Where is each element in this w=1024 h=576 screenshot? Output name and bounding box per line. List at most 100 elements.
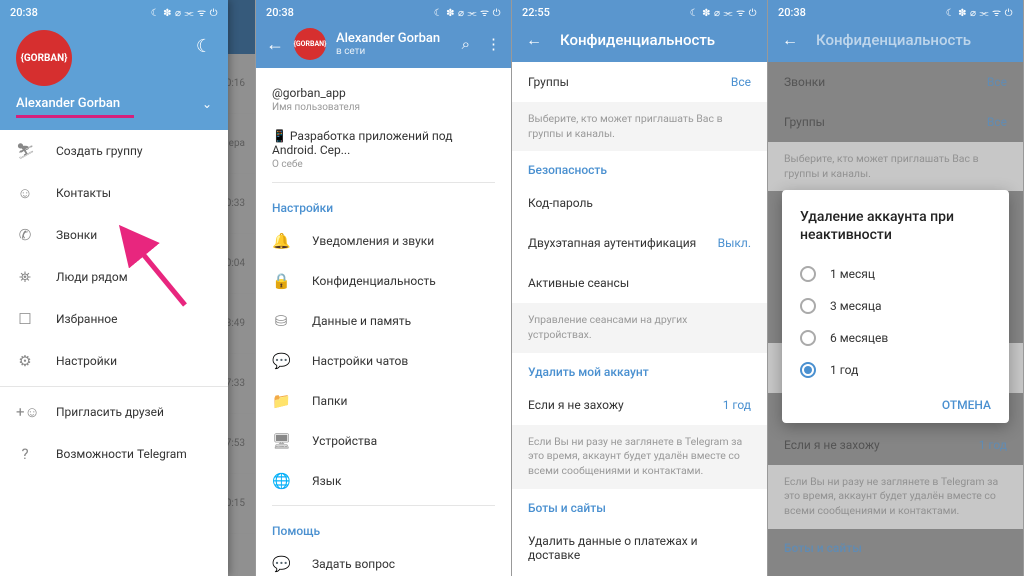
drawer-label: Люди рядом — [56, 270, 128, 284]
inactive-row[interactable]: Если я не захожу1 год — [768, 425, 1023, 465]
help-icon: 💬 — [272, 555, 290, 573]
status-bar: 20:38 ☾ ✽ ⌀ ⫘ ᯤ ⏻ — [768, 0, 1023, 24]
screen-1-drawer: ж...20:16 Вчера То...20:33 20:04 13:49 Р… — [0, 0, 256, 576]
groups-hint: Выберите, кто может приглашать Вас в гру… — [768, 142, 1023, 191]
status-time: 22:55 — [522, 6, 550, 19]
status-bar: 20:38 ☾ ✽ ⌀ ⫘ ᯤ ⏻ — [256, 0, 511, 24]
groups-hint: Выберите, кто может приглашать Вас в гру… — [512, 102, 767, 151]
inactive-hint: Если Вы ни разу не заглянете в Telegram … — [768, 465, 1023, 529]
help-label: Задать вопрос — [312, 557, 395, 571]
chevron-down-icon: ⌄ — [202, 97, 212, 111]
search-icon[interactable]: ⌕ — [462, 35, 470, 53]
status-icons: ☾ ✽ ⌀ ⫘ ᯤ ⏻ — [151, 5, 218, 19]
setting-icon: 💬 — [272, 352, 290, 370]
nav-drawer: 20:38 ☾ ✽ ⌀ ⫘ ᯤ ⏻ {GORBAN} ☾ Alexander G… — [0, 0, 228, 576]
drawer-label: Возможности Telegram — [56, 447, 187, 461]
setting-icon: ⛁ — [272, 312, 290, 330]
setting-4[interactable]: 📁 Папки — [272, 381, 495, 421]
radio-option-0[interactable]: 1 месяц — [800, 258, 991, 290]
page-title: Конфиденциальность — [816, 31, 971, 49]
drawer-label: Звонки — [56, 228, 97, 242]
radio-icon — [800, 266, 816, 282]
profile-name: Alexander Gorban — [336, 31, 446, 46]
setting-label: Настройки чатов — [312, 354, 408, 368]
inactive-hint: Если Вы ни разу не заглянете в Telegram … — [512, 425, 767, 489]
drawer-item2-0[interactable]: +☺ Пригласить друзей — [0, 391, 228, 433]
radio-icon — [800, 298, 816, 314]
twofa-row[interactable]: Двухэтапная аутентификацияВыкл. — [512, 223, 767, 263]
status-time: 20:38 — [778, 6, 806, 19]
drawer-item-0[interactable]: ⛷Создать группу — [0, 130, 228, 172]
setting-1[interactable]: 🔒Конфиденциальность — [272, 261, 495, 301]
avatar[interactable]: {GORBAN} — [16, 30, 72, 86]
drawer-item-3[interactable]: ⛯ Люди рядом — [0, 256, 228, 298]
privacy-body: ГруппыВсе Выберите, кто может приглашать… — [512, 62, 767, 576]
status-time: 20:38 — [266, 6, 294, 19]
drawer-item-5[interactable]: ⚙Настройки — [0, 340, 228, 382]
groups-row[interactable]: ГруппыВсе — [512, 62, 767, 102]
night-mode-icon[interactable]: ☾ — [196, 36, 212, 57]
delete-section: Удалить мой аккаунт — [512, 353, 767, 385]
user-name-row[interactable]: Alexander Gorban ⌄ — [16, 96, 212, 111]
drawer-icon: ⛷ — [16, 142, 34, 160]
inactive-row[interactable]: Если я не захожу1 год — [512, 385, 767, 425]
cancel-button[interactable]: ОТМЕНА — [800, 386, 991, 413]
status-time: 20:38 — [10, 6, 38, 19]
setting-2[interactable]: ⛁ Данные и память — [272, 301, 495, 341]
drawer-icon: ✆ — [16, 226, 34, 244]
back-icon[interactable]: ← — [526, 30, 542, 50]
settings-section: Настройки — [272, 187, 495, 221]
setting-label: Данные и память — [312, 314, 411, 328]
profile-body: @gorban_app Имя пользователя 📱 Разработк… — [256, 68, 511, 576]
avatar[interactable]: {GORBAN} — [294, 28, 326, 60]
help-0[interactable]: 💬 Задать вопрос — [272, 544, 495, 576]
drawer-item-2[interactable]: ✆ Звонки — [0, 214, 228, 256]
status-icons: ☾ ✽ ⌀ ⫘ ᯤ ⏻ — [946, 5, 1013, 19]
back-icon[interactable]: ← — [782, 30, 798, 50]
setting-6[interactable]: 🌐Язык — [272, 461, 495, 501]
drawer-label: Избранное — [56, 312, 118, 326]
back-icon[interactable]: ← — [266, 34, 284, 55]
radio-option-3[interactable]: 1 год — [800, 354, 991, 386]
user-name: Alexander Gorban — [16, 96, 120, 111]
calls-row[interactable]: ЗвонкиВсе — [768, 62, 1023, 102]
bots-section: Боты и сайты — [512, 489, 767, 521]
groups-row[interactable]: ГруппыВсе — [768, 102, 1023, 142]
radio-icon — [800, 330, 816, 346]
setting-label: Устройства — [312, 434, 377, 448]
drawer-item-4[interactable]: ☐ Избранное — [0, 298, 228, 340]
radio-label: 1 год — [830, 363, 858, 377]
username-field[interactable]: @gorban_app Имя пользователя — [272, 78, 495, 121]
payments-row[interactable]: Удалить данные о платежах и доставке — [512, 521, 767, 575]
drawer-icon: ☐ — [16, 310, 34, 328]
status-icons: ☾ ✽ ⌀ ⫘ ᯤ ⏻ — [690, 5, 757, 19]
dialog-title: Удаление аккаунта при неактивности — [800, 208, 991, 244]
help-section: Помощь — [272, 510, 495, 544]
bio-field[interactable]: 📱 Разработка приложений под Android. Сер… — [272, 121, 495, 178]
page-title: Конфиденциальность — [560, 31, 715, 49]
drawer-item-1[interactable]: ☺Контакты — [0, 172, 228, 214]
radio-option-2[interactable]: 6 месяцев — [800, 322, 991, 354]
radio-option-1[interactable]: 3 месяца — [800, 290, 991, 322]
drawer-label: Пригласить друзей — [56, 405, 164, 419]
radio-icon — [800, 362, 816, 378]
storage-progress — [16, 115, 134, 118]
drawer-items: ⛷Создать группу☺Контакты ✆ Звонки ⛯ Люди ряд… — [0, 130, 228, 576]
drawer-item2-1[interactable]: ?Возможности Telegram — [0, 433, 228, 475]
sessions-row[interactable]: Активные сеансы — [512, 263, 767, 303]
setting-label: Папки — [312, 394, 347, 408]
radio-label: 1 месяц — [830, 267, 875, 281]
drawer-icon: ⛯ — [16, 268, 34, 286]
setting-icon: 📁 — [272, 392, 290, 410]
setting-5[interactable]: 🖥Устройства — [272, 421, 495, 461]
payments-row[interactable]: Удалить данные о платежах и доставке — [768, 561, 1023, 576]
setting-label: Уведомления и звуки — [312, 234, 434, 248]
drawer-label: Контакты — [56, 186, 111, 200]
more-icon[interactable]: ⋮ — [486, 35, 501, 53]
setting-3[interactable]: 💬 Настройки чатов — [272, 341, 495, 381]
passcode-row[interactable]: Код-пароль — [512, 183, 767, 223]
drawer-icon: +☺ — [16, 403, 34, 421]
setting-icon: 🔒 — [272, 272, 290, 290]
setting-0[interactable]: 🔔Уведомления и звуки — [272, 221, 495, 261]
screen-2-profile: 20:38 ☾ ✽ ⌀ ⫘ ᯤ ⏻ ← {GORBAN} Alexander G… — [256, 0, 512, 576]
